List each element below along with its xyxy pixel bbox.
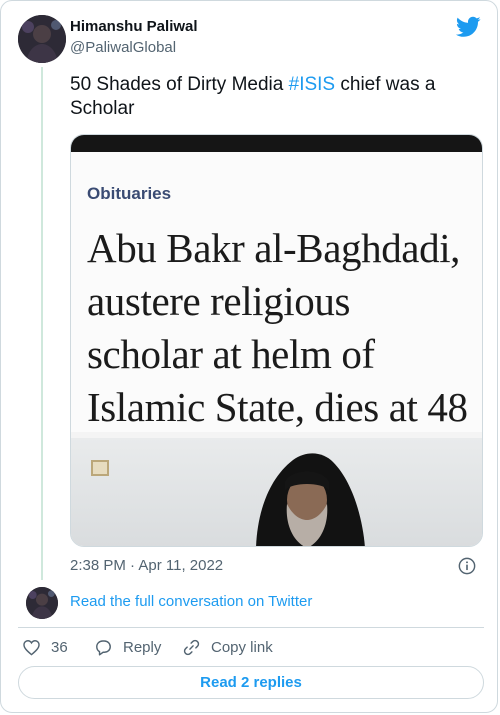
like-count: 36 [51,639,68,656]
author-avatar[interactable] [18,15,66,63]
newspaper-clipping: Obituaries Abu Bakr al-Baghdadi, austere… [71,152,482,432]
read-replies-button[interactable]: Read 2 replies [18,666,484,699]
link-icon [183,639,200,656]
hashtag-link[interactable]: #ISIS [289,74,335,95]
media-top-bar [71,135,482,152]
tweet-text: 50 Shades of Dirty Media #ISIS chief was… [70,73,485,121]
thread-line [41,67,43,580]
avatar-image [26,587,58,619]
tweet-card: Himanshu Paliwal @PaliwalGlobal 50 Shade… [0,0,498,713]
like-button[interactable]: 36 [22,638,68,657]
conversation-avatar [26,587,58,619]
person-figure [256,453,365,546]
author-handle[interactable]: @PaliwalGlobal [70,39,176,56]
copy-link-label: Copy link [211,639,273,656]
actions-divider [18,627,484,628]
headline-line: austere religious [87,278,351,324]
headline-line: Abu Bakr al-Baghdadi, [87,225,461,271]
author-name[interactable]: Himanshu Paliwal [70,18,198,35]
news-section-label: Obituaries [87,184,172,203]
info-icon[interactable] [458,557,476,575]
headline-line: scholar at helm of [87,331,375,377]
tweet-text-before: 50 Shades of Dirty Media [70,74,289,95]
reply-label: Reply [123,639,162,656]
tweet-media-image[interactable]: Obituaries Abu Bakr al-Baghdadi, austere… [70,134,483,547]
read-conversation-link[interactable]: Read the full conversation on Twitter [70,593,312,610]
news-headline: Abu Bakr al-Baghdadi, austere religious … [87,222,477,434]
twitter-bird-icon[interactable] [456,16,481,38]
tweet-timestamp[interactable]: 2:38 PM · Apr 11, 2022 [70,557,223,574]
headline-line: Islamic State, dies at 48 [87,384,468,430]
avatar-image [18,15,66,63]
reply-button[interactable]: Reply [94,638,161,657]
news-photo [71,438,482,546]
copy-link-button[interactable]: Copy link [182,638,273,657]
heart-icon [23,640,40,656]
reply-bubble-icon [96,640,111,656]
